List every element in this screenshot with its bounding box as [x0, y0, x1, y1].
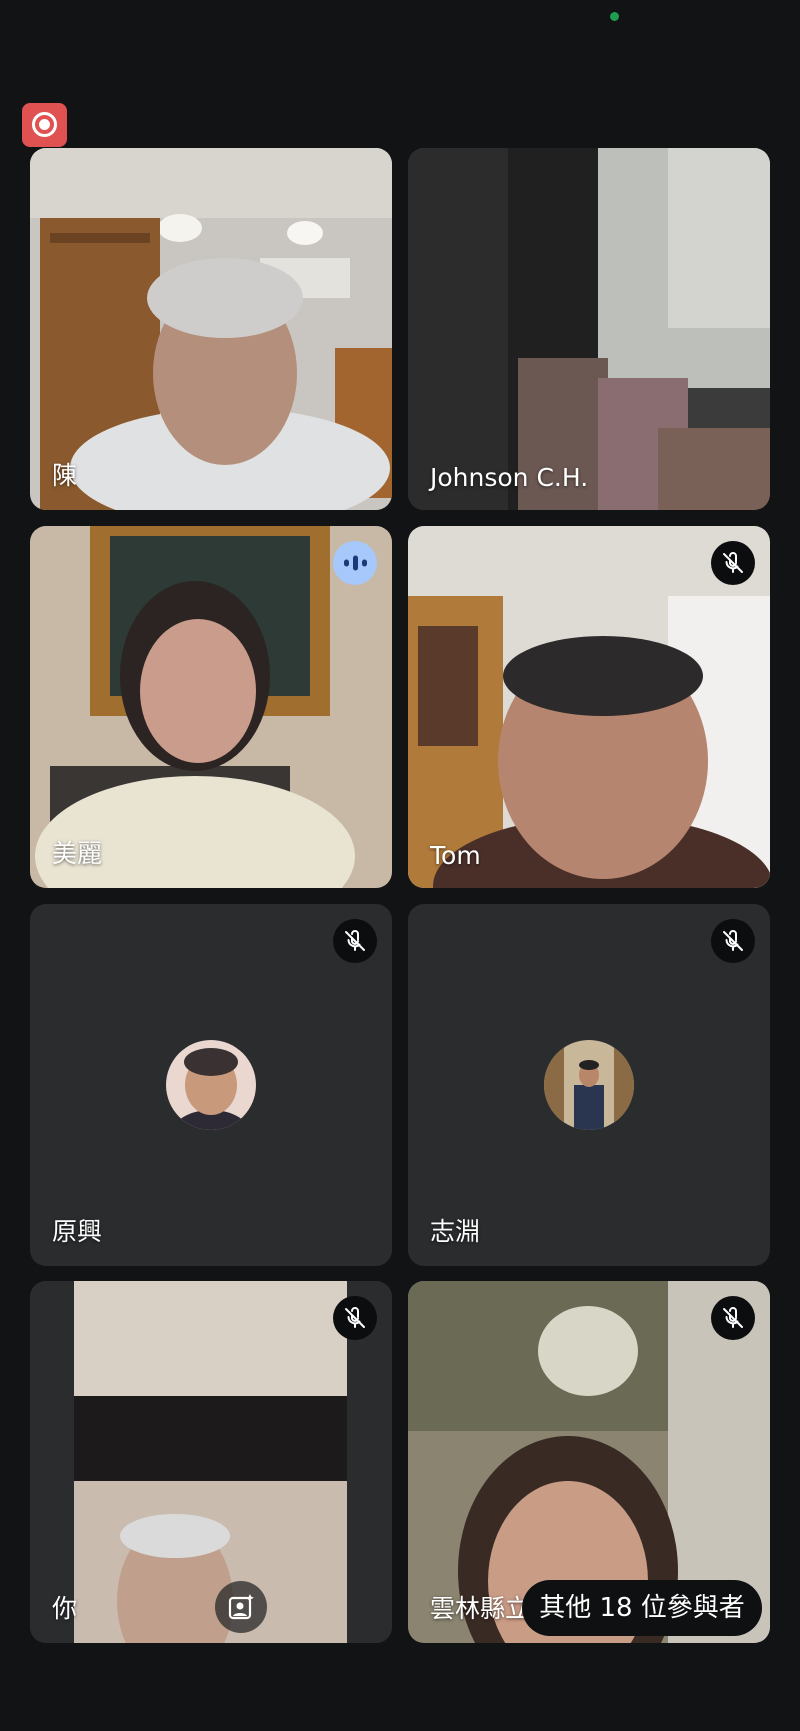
participant-tile[interactable]: 志淵 [408, 904, 770, 1266]
participant-tile[interactable]: 你 [30, 1281, 392, 1643]
participant-name: Johnson C.H. [430, 463, 589, 492]
video-feed [30, 148, 392, 510]
participant-name: Tom [430, 841, 481, 870]
background-effects-button[interactable] [215, 1581, 267, 1633]
video-feed [30, 1281, 392, 1643]
avatar [544, 1040, 634, 1130]
camera-indicator-dot [610, 12, 619, 21]
participant-tile[interactable]: Tom [408, 526, 770, 888]
speaking-indicator-icon [333, 541, 377, 585]
participant-name: 你 [52, 1594, 78, 1623]
participant-name: 原興 [52, 1217, 103, 1246]
muted-mic-icon [711, 1296, 755, 1340]
other-participants-button[interactable]: 其他 18 位參與者 [522, 1580, 762, 1636]
avatar [166, 1040, 256, 1130]
video-feed [408, 526, 770, 888]
participant-name: 雲林縣立 [430, 1594, 531, 1623]
participant-name: 陳 [52, 461, 78, 490]
participant-name: 志淵 [430, 1217, 481, 1246]
participant-tile[interactable]: 陳 [30, 148, 392, 510]
muted-mic-icon [711, 541, 755, 585]
participant-name: 美麗 [52, 839, 103, 868]
muted-mic-icon [333, 919, 377, 963]
record-icon[interactable] [22, 103, 67, 147]
participant-tile[interactable]: Johnson C.H. [408, 148, 770, 510]
portrait-sparkle-icon [228, 1594, 254, 1620]
muted-mic-icon [333, 1296, 377, 1340]
participant-tile[interactable]: 原興 [30, 904, 392, 1266]
video-feed [408, 148, 770, 510]
muted-mic-icon [711, 919, 755, 963]
participant-tile[interactable]: 美麗 [30, 526, 392, 888]
